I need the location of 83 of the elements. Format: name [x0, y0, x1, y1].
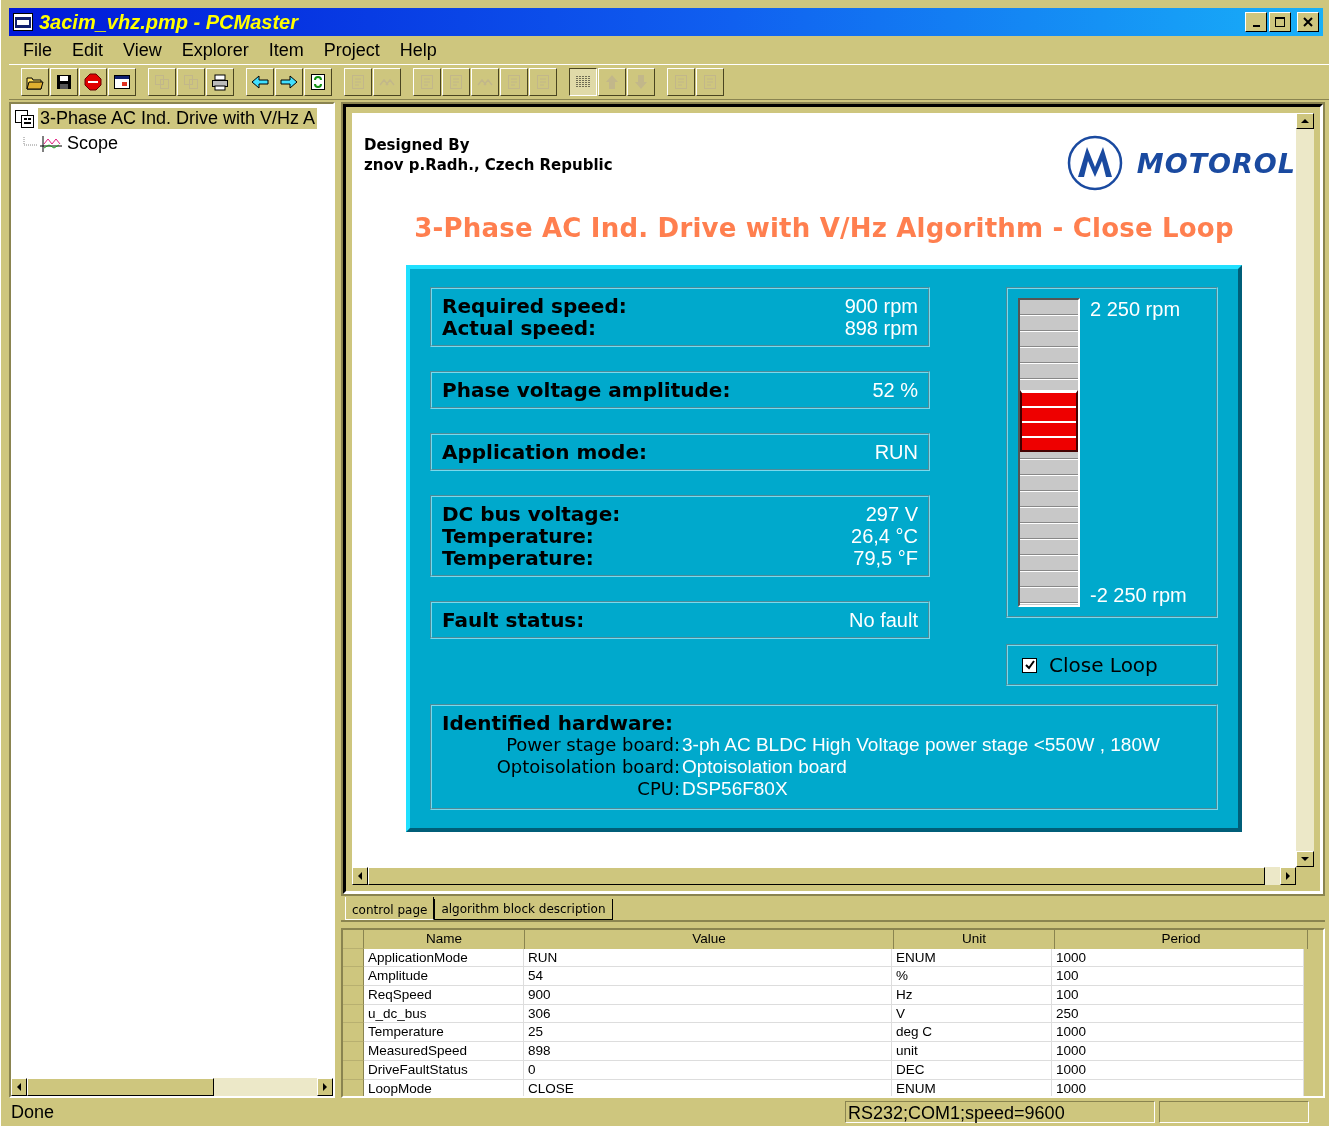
- menu-item[interactable]: Help: [389, 39, 447, 61]
- readout-value: 297 V: [865, 503, 918, 525]
- minimize-button[interactable]: [1245, 12, 1267, 32]
- gauge-max-label: 2 250 rpm: [1090, 298, 1182, 321]
- menu-item[interactable]: File: [13, 39, 62, 61]
- project-icon: [15, 109, 35, 128]
- menu-item[interactable]: View: [113, 39, 172, 61]
- refresh-icon: [309, 73, 327, 91]
- status-text: Done: [10, 1101, 56, 1123]
- close-button[interactable]: [1297, 12, 1319, 32]
- table-cell: %: [892, 967, 1052, 987]
- page-tab[interactable]: control page: [345, 897, 435, 920]
- table-cell: MeasuredSpeed: [364, 1042, 524, 1061]
- table-cell: Temperature: [364, 1023, 524, 1043]
- tree-item[interactable]: Scope: [65, 133, 121, 154]
- horizontal-scrollbar[interactable]: [352, 867, 1296, 885]
- table-cell: 100: [1052, 986, 1304, 1005]
- stop-sign-icon: [84, 73, 102, 91]
- close-loop-checkbox[interactable]: [1022, 657, 1037, 673]
- table-cell: 1000: [1052, 1042, 1304, 1061]
- menu-item[interactable]: Project: [313, 39, 390, 61]
- readout-label: Application mode:: [442, 441, 647, 463]
- left-arrow-icon: [251, 73, 269, 91]
- right-arrow-icon: [280, 73, 298, 91]
- hardware-value: 3-ph AC BLDC High Voltage power stage <550W , 180W: [682, 734, 1161, 756]
- readout-value: 898 rpm: [844, 317, 918, 339]
- table-cell: deg C: [892, 1023, 1052, 1043]
- gauge-min-label: -2 250 rpm: [1090, 584, 1187, 607]
- table-cell: 898: [524, 1042, 892, 1061]
- maximize-icon: [1275, 17, 1285, 27]
- printer-icon: [211, 73, 229, 91]
- table-cell: ReqSpeed: [364, 986, 524, 1005]
- logo-text: MOTOROL: [1136, 147, 1296, 179]
- table-cell: 25: [524, 1023, 892, 1043]
- horizontal-scrollbar[interactable]: [11, 1078, 333, 1096]
- minimize-icon: [1252, 24, 1260, 27]
- readout-value: 900 rpm: [844, 295, 918, 317]
- app-icon: [13, 13, 33, 31]
- credit-text: znov p.Radh., Czech Republic: [364, 155, 613, 175]
- vertical-scrollbar[interactable]: [1296, 113, 1314, 867]
- hardware-label: CPU:: [636, 778, 680, 800]
- hardware-label: Power stage board:: [505, 734, 680, 756]
- readout-label: Temperature:: [442, 547, 594, 569]
- readout-label: Temperature:: [442, 525, 594, 547]
- hardware-value: DSP56F80X: [682, 778, 789, 800]
- hardware-label: Optoisolation board:: [495, 756, 680, 778]
- slider-thumb[interactable]: [1020, 389, 1078, 452]
- hardware-value: Optoisolation board: [682, 756, 848, 778]
- scope-icon: [40, 135, 62, 152]
- table-cell: 1000: [1052, 1023, 1304, 1043]
- readout-value: RUN: [874, 441, 918, 463]
- readout-value: 79,5 °F: [853, 547, 918, 569]
- table-cell: unit: [892, 1042, 1052, 1061]
- toolbar-button[interactable]: [569, 68, 597, 96]
- table-cell: 54: [524, 967, 892, 987]
- logo-emblem-icon: [1066, 135, 1123, 191]
- readout-value: 26,4 °C: [851, 525, 918, 547]
- checkbox-label: Close Loop: [1049, 653, 1158, 677]
- connection-status: RS232;COM1;speed=9600: [845, 1101, 1155, 1123]
- readout-value: 52 %: [872, 379, 918, 401]
- table-cell: Amplitude: [364, 967, 524, 987]
- window-title: 3acim_vhz.pmp - PCMaster: [39, 10, 298, 34]
- window-icon: [113, 73, 131, 91]
- menu-item[interactable]: Item: [258, 39, 314, 61]
- menu-item[interactable]: Explorer: [171, 39, 259, 61]
- table-cell: 900: [524, 986, 892, 1005]
- tree-item[interactable]: 3-Phase AC Ind. Drive with V/Hz A: [38, 108, 318, 129]
- table-cell: Hz: [892, 986, 1052, 1005]
- close-icon: [1303, 17, 1313, 27]
- readout-label: Required speed:: [442, 295, 627, 317]
- credit-text: Designed By: [364, 135, 471, 155]
- maximize-button[interactable]: [1269, 12, 1291, 32]
- readout-label: DC bus voltage:: [442, 503, 621, 525]
- readout-label: Fault status:: [442, 609, 585, 631]
- table-cell: 100: [1052, 967, 1304, 987]
- page-heading: 3-Phase AC Ind. Drive with V/Hz Algorithm - Close Loop: [413, 213, 1235, 243]
- menu-item[interactable]: Edit: [62, 39, 114, 61]
- speed-slider[interactable]: [1018, 298, 1080, 607]
- hardware-title: Identified hardware:: [442, 712, 674, 734]
- readout-label: Actual speed:: [442, 317, 597, 339]
- page-tab[interactable]: algorithm block description: [434, 899, 613, 920]
- readout-label: Phase voltage amplitude:: [442, 379, 731, 401]
- readout-value: No fault: [849, 609, 918, 631]
